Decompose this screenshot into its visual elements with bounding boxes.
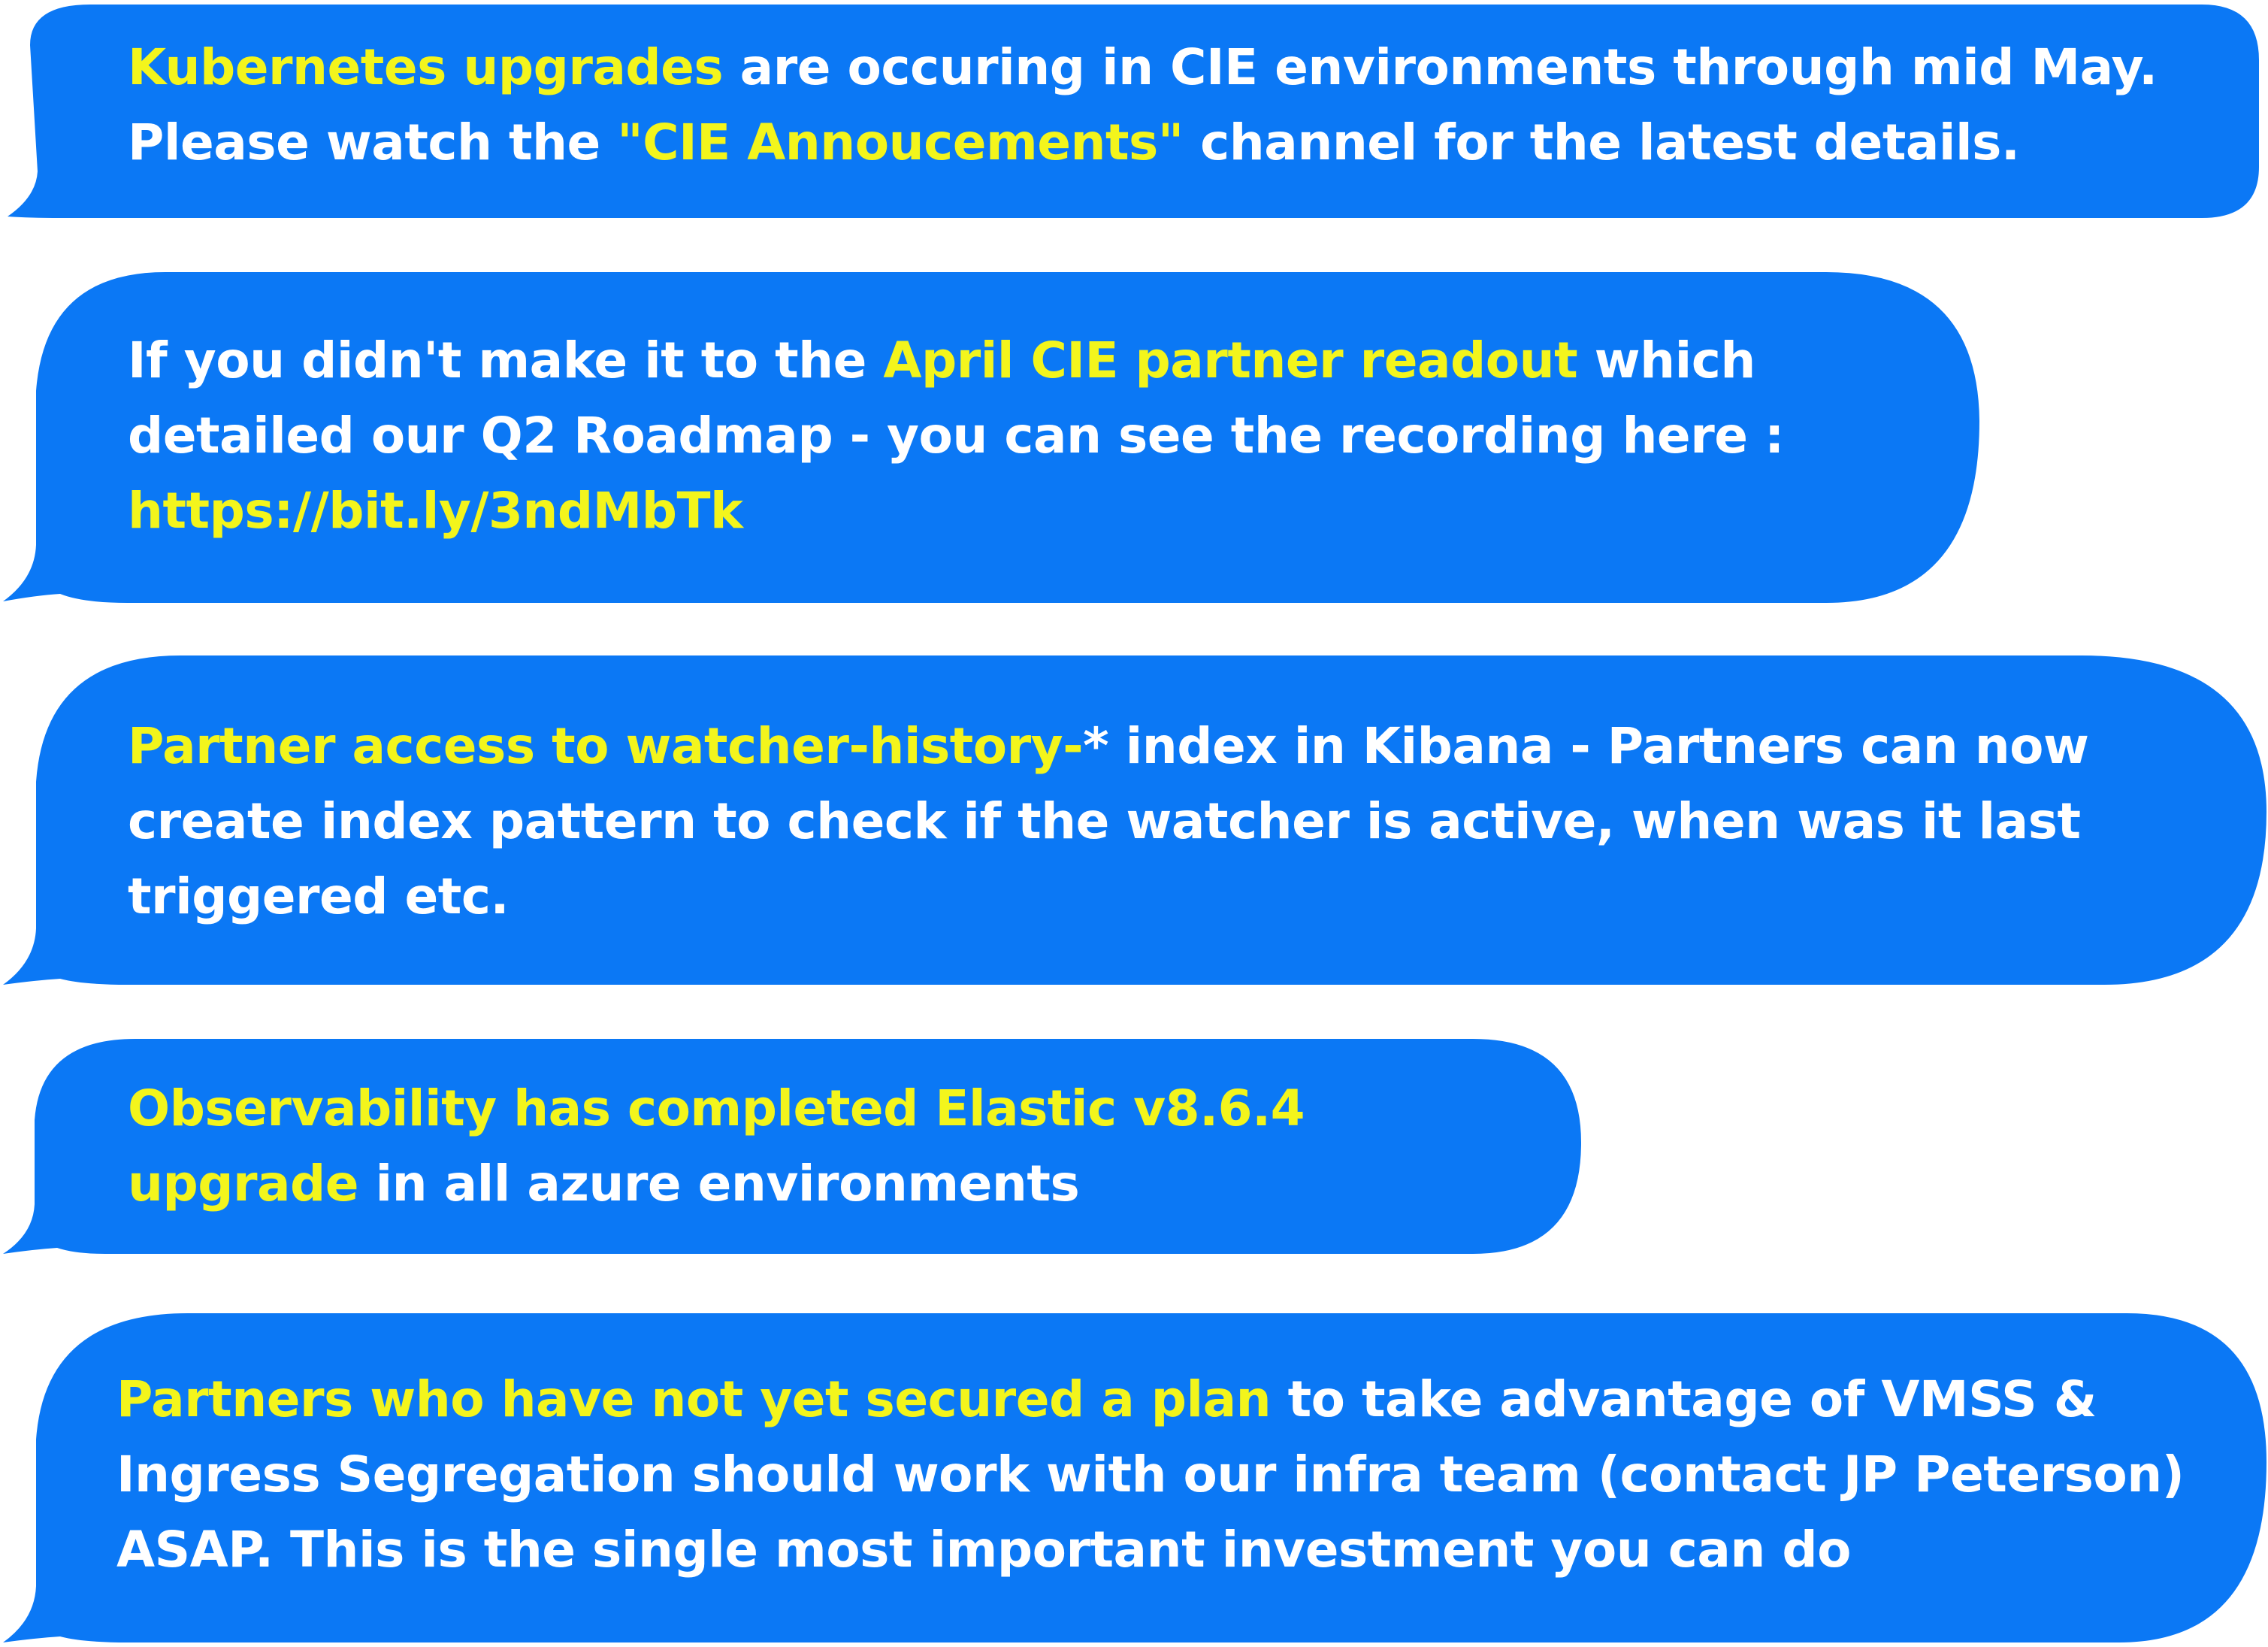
body-text: to take advantage of VMSS & xyxy=(1271,1370,2097,1428)
message-3-line-1: Partner access to watcher-history-* inde… xyxy=(128,709,2089,784)
highlight-text: "CIE Annoucements" xyxy=(617,114,1184,171)
highlight-text: April CIE partner readout xyxy=(883,332,1578,389)
message-bubble-3: Partner access to watcher-history-* inde… xyxy=(0,654,2268,992)
message-text-3: Partner access to watcher-history-* inde… xyxy=(128,709,2089,934)
body-text: channel for the latest details. xyxy=(1183,114,2020,171)
body-text: If you didn't make it to the xyxy=(128,332,884,389)
body-text: in all azure environments xyxy=(358,1155,1080,1213)
message-text-5: Partners who have not yet secured a plan… xyxy=(116,1362,2185,1588)
message-2-line-2: detailed our Q2 Roadmap - you can see th… xyxy=(128,407,1784,465)
body-text: which xyxy=(1577,332,1756,389)
message-5-line-2: Ingress Segregation should work with our… xyxy=(116,1446,2185,1503)
highlight-text: Partner access to watcher-history- xyxy=(128,717,1084,775)
message-bubble-5: Partners who have not yet secured a plan… xyxy=(0,1312,2268,1647)
recording-link[interactable]: https://bit.ly/3ndMbTk xyxy=(128,474,1784,549)
message-4-line-1: Observability has completed Elastic v8.6… xyxy=(128,1079,1305,1137)
message-1-line-2: Please watch the "CIE Annoucements" chan… xyxy=(128,105,2158,180)
message-bubble-4: Observability has completed Elastic v8.6… xyxy=(0,1037,1586,1259)
message-2-line-1: If you didn't make it to the April CIE p… xyxy=(128,323,1784,398)
message-4-line-2: upgrade in all azure environments xyxy=(128,1146,1305,1222)
highlight-text: Kubernetes upgrades xyxy=(128,38,724,96)
body-text: * index in Kibana - Partners can now xyxy=(1083,717,2089,775)
body-text: Please watch the xyxy=(128,114,618,171)
highlight-text: Partners who have not yet secured a plan xyxy=(116,1370,1272,1428)
message-3-line-3: triggered etc. xyxy=(128,867,510,925)
message-5-line-1: Partners who have not yet secured a plan… xyxy=(116,1362,2184,1437)
message-bubble-2: If you didn't make it to the April CIE p… xyxy=(0,271,1984,609)
message-text-4: Observability has completed Elastic v8.6… xyxy=(128,1071,1305,1222)
message-3-line-2: create index pattern to check if the wat… xyxy=(128,792,2081,850)
body-text: are occuring in CIE environments through… xyxy=(723,38,2158,96)
message-text-1: Kubernetes upgrades are occuring in CIE … xyxy=(128,30,2158,180)
message-bubble-1: Kubernetes upgrades are occuring in CIE … xyxy=(0,0,2262,226)
message-text-2: If you didn't make it to the April CIE p… xyxy=(128,323,1784,549)
message-5-line-3: ASAP. This is the single most important … xyxy=(116,1521,1851,1579)
highlight-text: upgrade xyxy=(128,1155,359,1213)
message-1-line-1: Kubernetes upgrades are occuring in CIE … xyxy=(128,30,2158,105)
